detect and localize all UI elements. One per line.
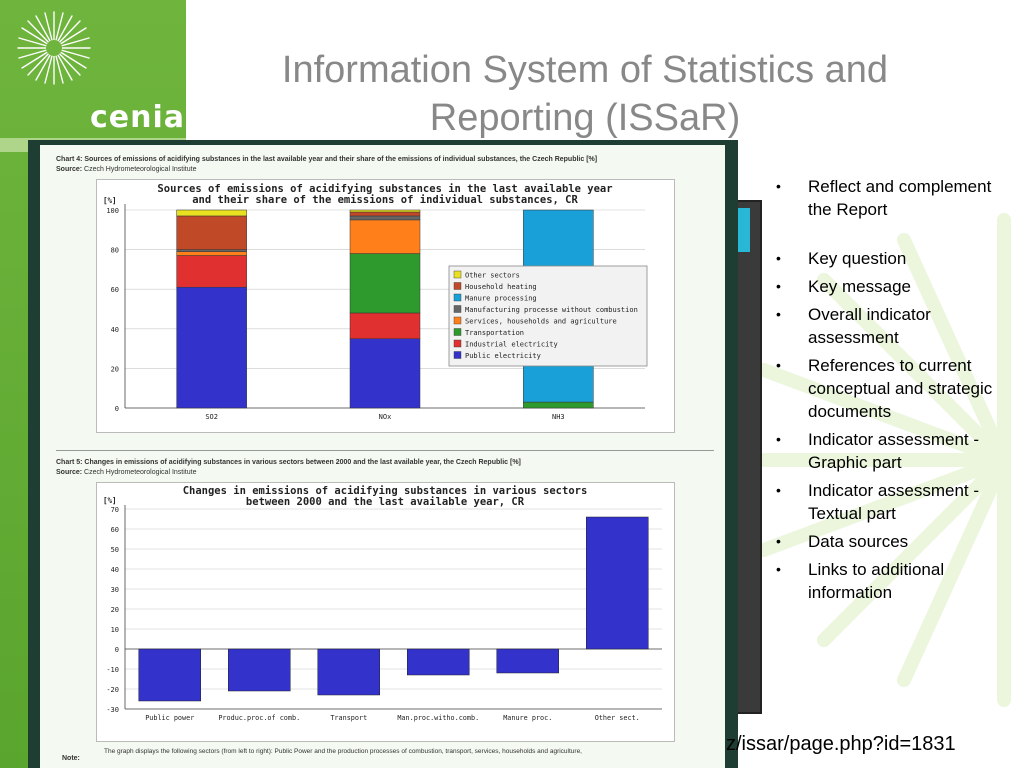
chart5-x-tick-label: Transport	[330, 714, 367, 722]
chart4-legend-swatch	[453, 351, 462, 359]
chart4-legend-label: Manufacturing processe without combustio…	[465, 306, 638, 314]
chart4-bar-segment	[349, 338, 421, 409]
chart4-source-text: Czech Hydrometeorological Institute	[84, 166, 197, 173]
chart5-x-tick-label: Produc.proc.of comb.	[218, 714, 300, 722]
chart4-bar-segment	[349, 215, 421, 221]
logo-text: cenia	[90, 100, 186, 135]
chart5-title-line: between 2000 and the last available year…	[246, 496, 525, 508]
chart4-bar-segment	[176, 215, 247, 250]
chart5-bar	[138, 648, 201, 702]
chart-divider	[56, 450, 714, 451]
chart4-heading: Chart 4: Sources of emissions of acidify…	[56, 156, 598, 163]
chart5-x-tick-label: Manure proc.	[503, 714, 552, 722]
bullet-item: Indicator assessment - Graphic part	[772, 428, 1012, 474]
background-window-accent	[736, 208, 750, 252]
bullet-item: References to current conceptual and str…	[772, 354, 1012, 423]
bullet-item: Overall indicator assessment	[772, 303, 1012, 349]
chart4-y-unit: [%]	[103, 196, 117, 205]
chart5-y-tick-label: -20	[106, 686, 119, 694]
chart4-y-tick-label: 40	[111, 326, 119, 334]
chart5-bar	[317, 648, 380, 696]
chart5-y-tick-label: 10	[111, 626, 119, 634]
chart5-x-tick-label: Public power	[145, 714, 194, 722]
chart5-y-tick-label: 30	[111, 586, 119, 594]
chart5-bar	[407, 648, 470, 676]
screenshot-panel: Chart 4: Sources of emissions of acidify…	[40, 145, 725, 768]
chart4-legend-label: Public electricity	[465, 352, 541, 360]
chart4-legend-label: Transportation	[465, 329, 524, 337]
chart4-x-tick-label: NH3	[552, 413, 565, 421]
chart4-x-tick-label: SO2	[205, 413, 218, 421]
chart4-legend-swatch	[453, 339, 462, 348]
chart4-bar-segment	[176, 286, 247, 409]
chart4-title-line: and their share of the emissions of indi…	[192, 194, 578, 206]
note-text: The graph displays the following sectors…	[104, 748, 582, 755]
chart4-legend-label: Other sectors	[465, 272, 520, 280]
chart5-source-label: Source:	[56, 469, 83, 476]
chart4-bar-segment	[176, 251, 247, 256]
chart5-y-unit: [%]	[103, 496, 117, 505]
chart4-bar-segment	[349, 209, 421, 213]
chart4-legend-swatch	[453, 328, 462, 336]
chart5-y-tick-label: 20	[111, 606, 119, 614]
chart4-legend-swatch	[453, 282, 462, 290]
bullet-item: Data sources	[772, 530, 1012, 553]
chart5-source: Source: Czech Hydrometeorological Instit…	[56, 469, 196, 476]
chart4-bar-segment	[176, 255, 247, 288]
chart4-bar-segment	[349, 219, 421, 254]
bullet-item: Reflect and complement the Report	[772, 175, 1012, 221]
chart5-y-tick-label: 50	[111, 546, 119, 554]
chart5-y-tick-label: 60	[111, 526, 119, 534]
chart4-bar-segment	[349, 211, 421, 217]
chart4-legend-box	[448, 265, 648, 367]
chart5-bar	[496, 648, 559, 674]
chart4-legend-swatch	[453, 293, 462, 302]
source-url[interactable]: z/issar/page.php?id=1831	[726, 733, 956, 756]
chart4-bar-segment	[349, 312, 421, 339]
chart4-legend-swatch	[453, 270, 462, 279]
chart4-y-tick-label: 0	[115, 405, 119, 413]
chart5-y-tick-label: -30	[106, 706, 119, 714]
chart5-y-tick-label: -10	[106, 666, 119, 674]
chart5-bar-chart: Changes in emissions of acidifying subst…	[96, 482, 675, 742]
chart4-bar-segment	[523, 401, 594, 409]
note-label: Note:	[62, 755, 80, 762]
chart4-source: Source: Czech Hydrometeorological Instit…	[56, 166, 196, 173]
slide-title-line1: Information System of Statistics and	[281, 49, 889, 91]
bullet-item: Links to additional information	[772, 558, 1012, 604]
chart4-y-tick-label: 60	[111, 286, 119, 294]
bullet-item: Key question	[772, 247, 1012, 270]
chart4-stacked-bar-chart: Sources of emissions of acidifying subst…	[96, 179, 675, 433]
bullet-list: Reflect and complement the Report Key qu…	[772, 175, 1012, 609]
bullet-item: Indicator assessment - Textual part	[772, 479, 1012, 525]
chart5-y-tick-label: 40	[111, 566, 119, 574]
chart4-legend-label: Household heating	[465, 283, 537, 291]
chart5-bar	[586, 516, 649, 650]
slide-title-line2: Reporting (ISSaR)	[429, 97, 741, 139]
chart4-bar-segment	[176, 209, 247, 217]
bullet-item: Key message	[772, 275, 1012, 298]
chart5-y-tick-label: 0	[115, 646, 119, 654]
chart5-source-text: Czech Hydrometeorological Institute	[84, 469, 197, 476]
chart4-y-tick-label: 80	[111, 247, 119, 255]
chart4-bar-segment	[176, 249, 247, 252]
chart5-y-tick-label: 70	[111, 506, 119, 514]
slide-title: Information System of Statistics and Rep…	[230, 46, 940, 142]
chart4-x-tick-label: NOx	[379, 413, 392, 421]
chart4-bar-segment	[349, 253, 421, 314]
chart5-heading: Chart 5: Changes in emissions of acidify…	[56, 459, 521, 466]
chart4-y-tick-label: 100	[106, 207, 119, 215]
chart4-legend-label: Services, households and agriculture	[465, 318, 617, 326]
chart5-x-tick-label: Man.proc.witho.comb.	[397, 714, 479, 722]
chart5-bar	[228, 648, 291, 692]
chart4-legend-label: Industrial electricity	[465, 341, 558, 349]
chart5-x-tick-label: Other sect.	[595, 714, 640, 722]
chart4-legend-swatch	[453, 305, 462, 313]
chart4-legend-label: Manure processing	[465, 295, 537, 303]
chart4-source-label: Source:	[56, 166, 83, 173]
sunburst-logo-icon	[17, 11, 91, 85]
chart4-y-tick-label: 20	[111, 365, 119, 373]
chart4-legend-swatch	[453, 316, 462, 325]
